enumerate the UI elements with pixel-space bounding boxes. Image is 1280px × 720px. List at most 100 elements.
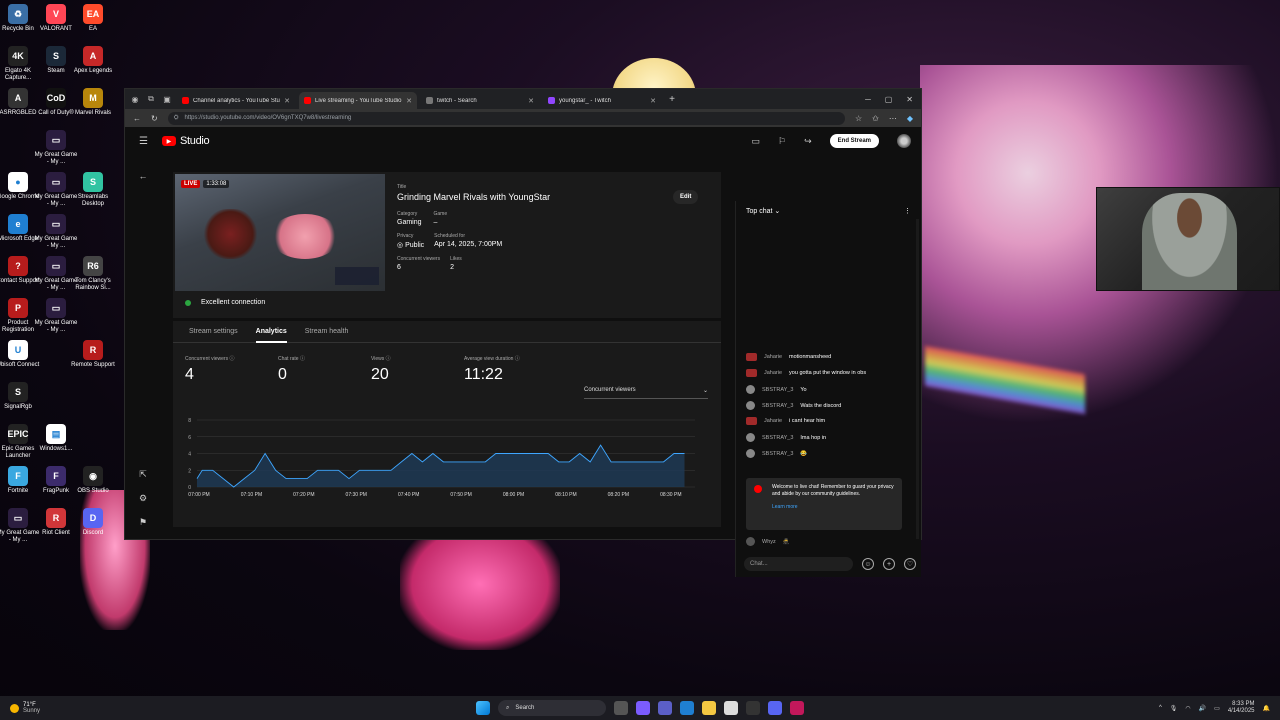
desktop-icon[interactable]: S Streamlabs Desktop <box>71 172 115 208</box>
taskbar-search[interactable]: ⌕ Search <box>498 700 606 716</box>
info-icon: ⓘ <box>385 356 391 362</box>
close-window-icon[interactable]: ✕ <box>906 95 913 104</box>
close-tab-icon[interactable]: ✕ <box>528 97 534 105</box>
notification-icon[interactable]: 🔔 <box>1263 705 1270 712</box>
chat-menu-icon[interactable]: ⋮ <box>904 207 911 215</box>
maximize-icon[interactable]: ▢ <box>885 95 893 104</box>
tab-twitch-search[interactable]: twitch - Search ✕ <box>421 92 539 109</box>
weather-widget[interactable]: 71°F Sunny <box>10 702 40 714</box>
obs-taskbar-icon[interactable] <box>746 701 760 715</box>
desktop-icon[interactable]: R6 Tom Clancy's Rainbow Si... <box>71 256 115 292</box>
copilot-app-icon[interactable] <box>636 701 650 715</box>
concurrent-value: 6 <box>397 264 401 271</box>
chat-scrollbar[interactable] <box>916 219 919 539</box>
app-icon: F <box>46 466 66 486</box>
close-tab-icon[interactable]: ✕ <box>406 97 412 105</box>
file-explorer-icon[interactable] <box>702 701 716 715</box>
desktop-icon[interactable]: EA EA <box>71 4 115 33</box>
new-tab-button[interactable]: + <box>665 94 679 105</box>
time: 8:33 PM <box>1232 701 1255 707</box>
tab-stream-health[interactable]: Stream health <box>305 328 349 342</box>
volume-icon[interactable]: 🔊 <box>1199 705 1206 712</box>
tab-twitch[interactable]: youngstar_ - Twitch ✕ <box>543 92 661 109</box>
studio-logo[interactable]: ▶ Studio <box>161 135 210 147</box>
emoji-icon[interactable]: ☺ <box>862 558 874 570</box>
settings-gear-icon[interactable]: ⚙ <box>135 493 151 504</box>
x-tick-label: 08:30 PM <box>660 492 681 498</box>
close-tab-icon[interactable]: ✕ <box>650 97 656 105</box>
avatar <box>746 449 755 458</box>
learn-more-link[interactable]: Learn more <box>772 504 894 511</box>
battery-icon[interactable]: ▭ <box>1214 705 1220 712</box>
start-button[interactable] <box>476 701 490 715</box>
desktop-icon[interactable]: D Discord <box>71 508 115 537</box>
clock[interactable]: 8:33 PM 4/14/2025 <box>1228 701 1255 715</box>
stream-preview[interactable]: LIVE 1:33:08 <box>175 174 385 291</box>
chevron-up-icon[interactable]: ^ <box>1159 705 1162 711</box>
chat-mode-dropdown[interactable]: Top chat ⌄ <box>746 207 780 215</box>
back-arrow-icon[interactable]: ← <box>135 171 151 181</box>
add-icon[interactable]: + <box>883 558 895 570</box>
avatar <box>746 385 755 394</box>
live-badge: LIVE 1:33:08 <box>181 180 230 188</box>
favorites-icon[interactable]: ✩ <box>872 114 879 123</box>
menu-icon[interactable]: ☰ <box>139 136 148 147</box>
edge-icon[interactable] <box>680 701 694 715</box>
desktop-icon[interactable]: R Remote Support <box>71 340 115 369</box>
search-label: Search <box>515 705 535 711</box>
viewers-chart: 0 2 4 6 8 07:00 PM 07:10 PM 07:20 PM 07:30 PM 07:… <box>188 418 695 498</box>
metric-dropdown[interactable]: Concurrent viewers ⌄ <box>584 387 708 399</box>
share-icon[interactable]: ↪ <box>804 136 812 147</box>
address-bar[interactable]: ⛭ https://studio.youtube.com/video/OV6gn… <box>167 111 845 125</box>
back-icon[interactable]: ← <box>133 114 141 123</box>
wifi-icon[interactable]: ◠ <box>1185 705 1190 712</box>
site-info-icon[interactable]: ⛭ <box>174 115 179 122</box>
tab-analytics[interactable]: Analytics <box>255 328 287 343</box>
edit-button[interactable]: Edit <box>673 190 699 204</box>
tab-channel-analytics[interactable]: Channel analytics - YouTube Studio ✕ <box>177 92 295 109</box>
desktop-icon[interactable]: S SignalRgb <box>0 382 40 411</box>
heart-icon[interactable]: ♡ <box>904 558 916 570</box>
favorite-star-icon[interactable]: ☆ <box>855 114 862 123</box>
minimize-icon[interactable]: ─ <box>865 95 871 104</box>
more-icon[interactable]: ⋯ <box>889 114 897 123</box>
chat-text: motionmansheed <box>789 354 832 360</box>
task-view-icon[interactable] <box>614 701 628 715</box>
close-tab-icon[interactable]: ✕ <box>284 97 290 105</box>
bookmark-icon[interactable]: ⚐ <box>778 136 786 147</box>
mic-icon[interactable]: 🎙 <box>1170 705 1178 712</box>
app-icon: ▤ <box>46 424 66 444</box>
game-value: – <box>433 219 438 226</box>
desktop-icon[interactable]: ▤ Windows1... <box>34 424 78 453</box>
feedback-icon[interactable]: ⚑ <box>135 517 151 528</box>
collections-icon[interactable]: ⧉ <box>145 93 157 105</box>
desktop-icon[interactable]: U Ubisoft Connect <box>0 340 40 369</box>
desktop-icon[interactable]: M Marvel Rivals <box>71 88 115 117</box>
chat-message: Jaharie you gotta put the window in obs <box>746 369 866 377</box>
taskbar: 71°F Sunny ⌕ Search ^ 🎙 ◠ 🔊 ▭ 8:33 PM 4/… <box>0 696 1280 720</box>
app-taskbar-icon[interactable] <box>790 701 804 715</box>
store-icon[interactable] <box>724 701 738 715</box>
profile-icon[interactable]: ◉ <box>129 93 141 105</box>
account-avatar[interactable] <box>897 134 911 148</box>
search-favicon-icon <box>426 97 433 104</box>
desktop-icon[interactable]: ▭ My Great Game - My ... <box>34 130 78 166</box>
desktop-icon[interactable]: ▭ My Great Game - My ... <box>34 214 78 250</box>
stat-views: Views ⓘ 20 <box>371 356 391 383</box>
desktop-icon[interactable]: A Apex Legends <box>71 46 115 75</box>
tab-live-streaming[interactable]: Live streaming - YouTube Studio ✕ <box>299 92 417 109</box>
desktop-icon[interactable]: ◉ OBS Studio <box>71 466 115 495</box>
app-icon: R <box>46 508 66 528</box>
teams-icon[interactable] <box>658 701 672 715</box>
app-icon: A <box>8 88 28 108</box>
copilot-icon[interactable]: ◆ <box>907 114 913 123</box>
discord-taskbar-icon[interactable] <box>768 701 782 715</box>
desktop-icon[interactable]: ▭ My Great Game - My ... <box>34 298 78 334</box>
refresh-icon[interactable]: ↻ <box>151 114 158 123</box>
popout-player-icon[interactable]: ▭ <box>752 136 761 147</box>
chat-input[interactable]: Chat... <box>744 557 853 571</box>
tab-stream-settings[interactable]: Stream settings <box>189 328 238 342</box>
end-stream-button[interactable]: End Stream <box>829 134 879 148</box>
external-link-icon[interactable]: ⇱ <box>135 469 151 480</box>
tab-actions-icon[interactable]: ▣ <box>161 93 173 105</box>
